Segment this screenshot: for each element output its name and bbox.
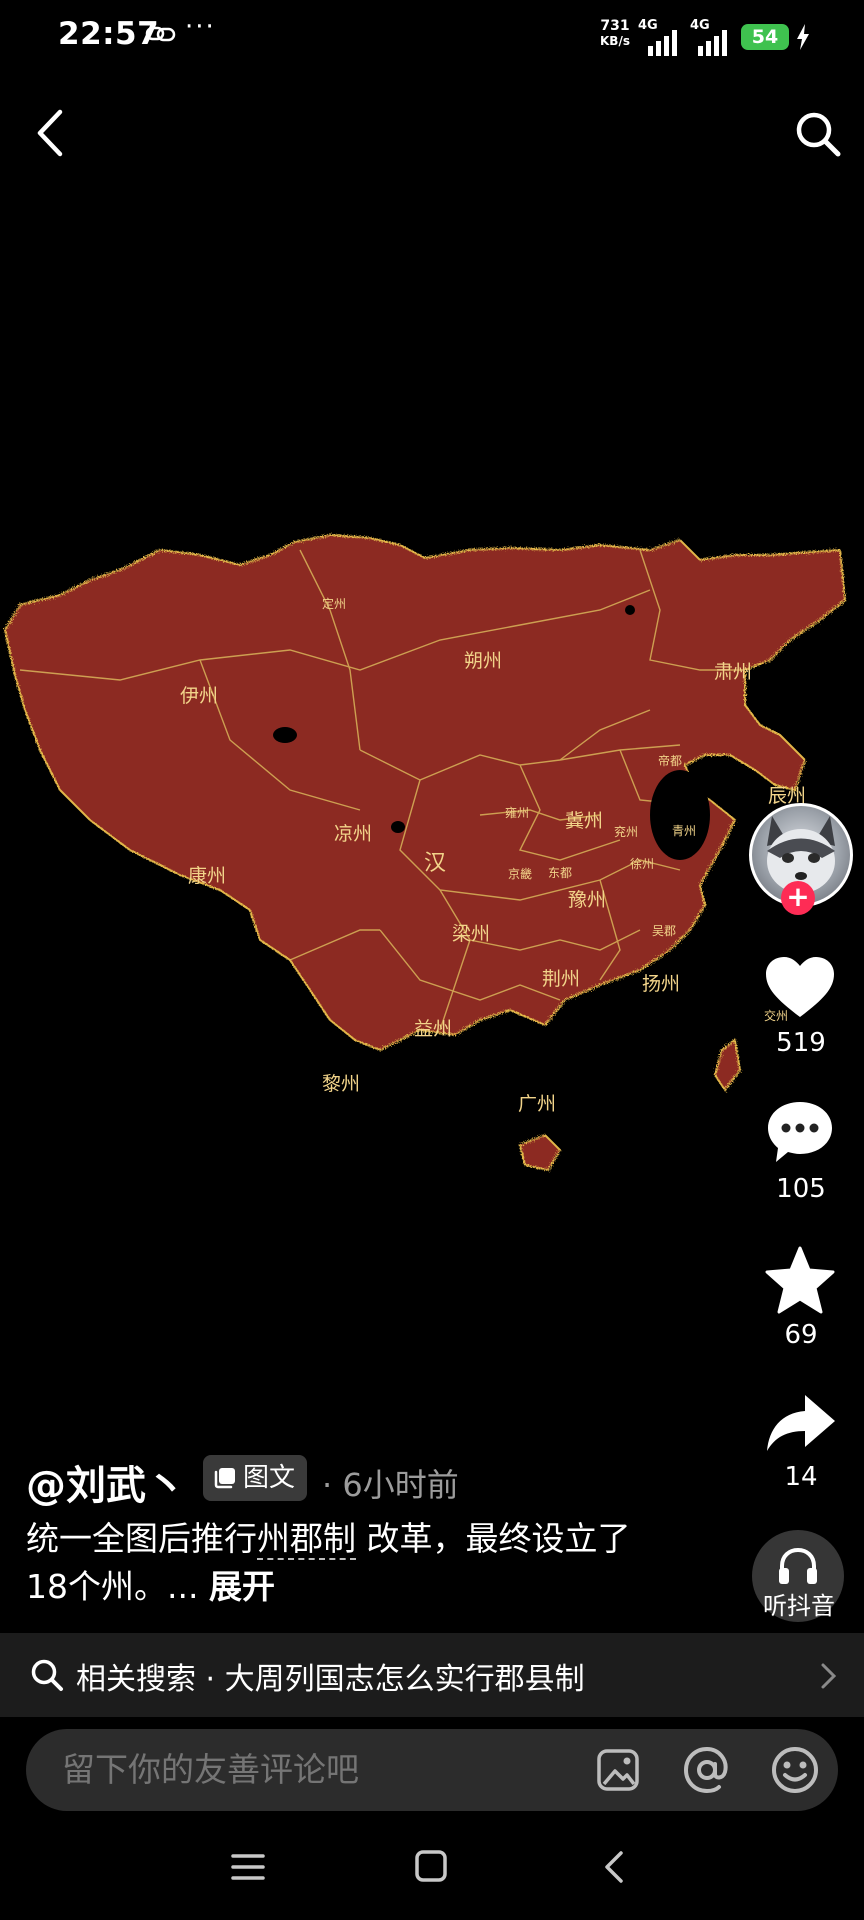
province-label: 肃州 — [714, 661, 752, 683]
charging-icon — [797, 24, 809, 50]
comment-icon[interactable] — [766, 1100, 834, 1164]
taiwan-island — [713, 1038, 742, 1092]
caption-hashtag-link[interactable]: 州郡制 — [257, 1519, 356, 1560]
net-speed-unit: KB/s — [600, 34, 630, 48]
more-notifications-icon: ··· — [185, 12, 216, 42]
system-back-icon[interactable] — [602, 1850, 626, 1884]
listen-label: 听抖音 — [763, 1592, 835, 1620]
recent-apps-icon[interactable] — [230, 1852, 266, 1882]
status-time: 22:57 — [58, 16, 160, 52]
comment-count: 105 — [776, 1174, 826, 1204]
province-label: 伊州 — [180, 685, 218, 707]
search-icon[interactable] — [794, 110, 842, 158]
map-landmass — [3, 533, 847, 1052]
province-label: 扬州 — [642, 973, 680, 995]
favorite-count: 69 — [784, 1320, 818, 1350]
province-label: 凉州 — [334, 823, 372, 845]
signal-2-icon — [698, 30, 727, 56]
province-label: 青州 — [672, 824, 696, 838]
signal-1-icon — [648, 30, 677, 56]
separator-dot: · — [322, 1466, 333, 1504]
battery-level: 54 — [741, 24, 789, 50]
province-label: 徐州 — [630, 856, 654, 871]
link-icon — [145, 26, 176, 42]
chevron-right-icon[interactable] — [820, 1662, 838, 1690]
post-type-tag: 图文 — [203, 1455, 308, 1501]
image-upload-icon[interactable] — [596, 1748, 640, 1792]
province-label: 朔州 — [464, 650, 502, 672]
hainan-island — [518, 1133, 562, 1172]
related-search-prefix: 相关搜索 · — [76, 1662, 225, 1697]
search-icon — [31, 1659, 63, 1691]
comment-input[interactable] — [60, 1749, 524, 1790]
follow-button[interactable]: + — [781, 881, 815, 915]
province-label: 冀州 — [565, 810, 603, 832]
like-count: 519 — [776, 1028, 826, 1058]
expand-caption-button[interactable]: 展开 — [209, 1567, 275, 1606]
province-label: 东都 — [548, 866, 572, 880]
province-label: 豫州 — [568, 889, 606, 911]
post-caption: 统一全图后推行州郡制 改革，最终设立了18个州。... 展开 — [26, 1515, 666, 1611]
headphones-icon — [779, 1547, 817, 1584]
province-label: 帝都 — [658, 753, 682, 768]
back-icon[interactable] — [34, 108, 66, 158]
time-ago-text: 6小时前 — [342, 1466, 459, 1504]
share-arrow-icon[interactable] — [765, 1393, 837, 1453]
province-label: 广州 — [518, 1093, 556, 1115]
share-count: 14 — [784, 1462, 818, 1492]
province-label: 吴郡 — [652, 924, 676, 938]
province-label: 黎州 — [322, 1073, 360, 1095]
province-label: 定州 — [322, 596, 346, 611]
author-name[interactable]: @刘武丶 — [26, 1453, 186, 1511]
province-label: 雍州 — [505, 805, 529, 820]
net-speed-value: 731 — [600, 18, 630, 34]
home-icon[interactable] — [414, 1849, 448, 1883]
province-label: 益州 — [414, 1018, 452, 1040]
post-time: · 6小时前 — [322, 1460, 459, 1506]
province-label: 荆州 — [542, 968, 580, 990]
related-search-query[interactable]: 大周列国志怎么实行郡县制 — [225, 1662, 585, 1697]
province-label: 梁州 — [452, 923, 490, 945]
map-image: 伊州 朔州 肃州 康州 凉州 汉 雍州 冀州 兖州 徐州 京畿 东都 豫州 梁州… — [3, 533, 847, 1172]
caption-text-before: 统一全图后推行 — [26, 1519, 257, 1558]
province-label: 京畿 — [508, 867, 532, 881]
gallery-icon — [214, 1468, 235, 1489]
post-type-label: 图文 — [243, 1463, 296, 1493]
province-label: 汉 — [424, 851, 446, 876]
province-label: 康州 — [188, 865, 226, 887]
like-icon[interactable] — [764, 955, 836, 1019]
favorite-star-icon[interactable] — [765, 1246, 835, 1314]
mention-icon[interactable] — [683, 1746, 731, 1794]
province-label: 兖州 — [614, 824, 638, 839]
emoji-icon[interactable] — [771, 1746, 819, 1794]
net-speed: 731 KB/s — [600, 19, 630, 49]
related-search-text: 相关搜索 · 大周列国志怎么实行郡县制 — [76, 1654, 585, 1698]
